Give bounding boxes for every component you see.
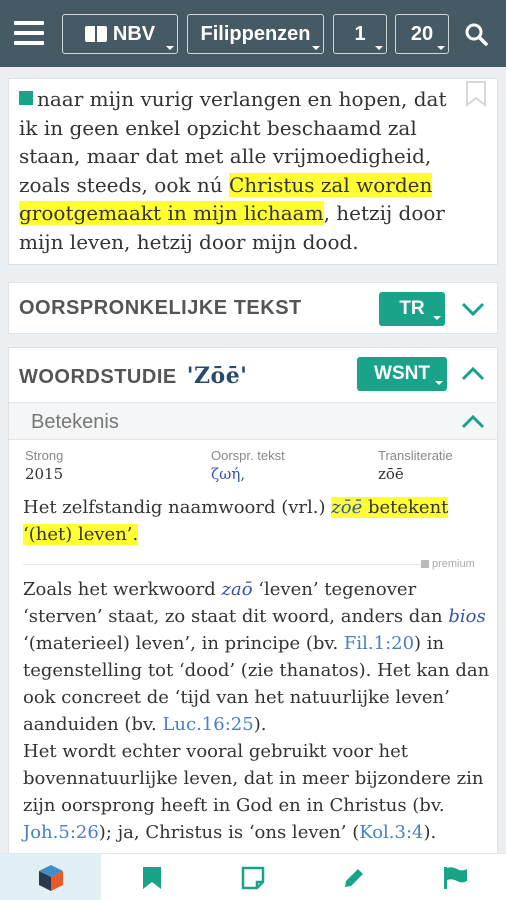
tab-highlight[interactable] <box>303 854 404 900</box>
section-title: WOORDSTUDIE 'Zōē' <box>19 363 247 389</box>
greek-term[interactable]: bios <box>448 606 485 627</box>
bottom-navigation <box>0 853 506 900</box>
chevron-down-icon <box>437 46 445 50</box>
wordstudy-word: 'Zōē' <box>186 363 248 389</box>
bookmark-outline-icon[interactable] <box>465 81 487 107</box>
chevron-down-icon <box>166 46 174 50</box>
verse-note-marker[interactable] <box>19 91 33 105</box>
body-text: Het wordt echter vooral gebruikt voor he… <box>23 741 484 816</box>
tab-bookmarks[interactable] <box>101 854 202 900</box>
meaning-subheader[interactable]: Betekenis <box>9 402 497 440</box>
divider <box>23 564 423 565</box>
meta-label: Oorspr. tekst <box>211 448 285 463</box>
menu-icon[interactable] <box>14 21 44 45</box>
meaning-summary: Het zelfstandig naamwoord (vrl.) zōē bet… <box>23 494 483 548</box>
original-text-section[interactable]: OORSPRONKELIJKE TEKST TR <box>8 282 498 334</box>
greek-term[interactable]: zaō <box>222 579 253 600</box>
premium-label: premium <box>421 558 475 570</box>
body-text: Zoals het werkwoord <box>23 579 222 600</box>
chapter-selector[interactable]: 1 <box>333 14 387 54</box>
book-icon <box>84 26 107 42</box>
meta-label: Strong <box>25 448 64 463</box>
original-word-block: Oorspr. tekst ζωή, <box>211 448 285 483</box>
meta-value: zōē <box>378 465 404 483</box>
tab-notes[interactable] <box>202 854 303 900</box>
note-icon <box>241 866 264 889</box>
app-bar: NBV Filippenzen 1 20 <box>0 0 506 67</box>
text-source-dropdown[interactable]: TR <box>379 292 445 326</box>
body-text: ); ja, Christus is ‘ons leven’ ( <box>98 822 360 843</box>
chevron-down-icon[interactable] <box>461 302 485 316</box>
verse-card: naar mijn vurig verlangen en hopen, dat … <box>8 78 498 265</box>
body-text: ‘(materieel) leven’, in principe (bv. <box>23 633 344 654</box>
chapter-label: 1 <box>354 22 366 45</box>
translation-label: NBV <box>112 22 156 45</box>
wordstudy-header[interactable]: WOORDSTUDIE 'Zōē' WSNT <box>9 348 497 402</box>
body-text: ). <box>253 714 267 735</box>
verse-text[interactable]: naar mijn vurig verlangen en hopen, dat … <box>19 85 469 256</box>
bookmark-icon <box>142 866 161 889</box>
chevron-down-icon <box>375 46 383 50</box>
translation-selector[interactable]: NBV <box>62 14 178 54</box>
meta-value: ζωή, <box>211 465 246 483</box>
meta-value: 2015 <box>25 465 64 483</box>
strong-block: Strong 2015 <box>25 448 63 483</box>
meaning-word: zōē <box>331 497 363 518</box>
wordstudy-source-dropdown[interactable]: WSNT <box>357 357 447 391</box>
cube-icon <box>38 864 63 891</box>
verse-selector[interactable]: 20 <box>395 14 449 54</box>
book-label: Filippenzen <box>200 22 311 45</box>
wordstudy-title: WOORDSTUDIE <box>19 366 177 388</box>
chevron-down-icon <box>312 46 320 50</box>
wordstudy-card: WOORDSTUDIE 'Zōē' WSNT Betekenis Strong 2… <box>8 347 498 857</box>
tab-study[interactable] <box>0 854 101 900</box>
verse-reference-link[interactable]: Fil.1:20 <box>344 633 414 654</box>
wordstudy-source-label: WSNT <box>374 363 430 384</box>
search-icon[interactable] <box>464 22 488 46</box>
section-title: OORSPRONKELIJKE TEKST <box>19 297 302 319</box>
subsection-title: Betekenis <box>31 411 119 433</box>
verse-reference-link[interactable]: Joh.5:26 <box>23 822 99 843</box>
chevron-down-icon <box>433 316 441 320</box>
wordstudy-body: Zoals het werkwoord zaō ‘leven’ tegenove… <box>23 576 493 846</box>
verse-reference-link[interactable]: Luc.16:25 <box>162 714 253 735</box>
chevron-down-icon <box>435 381 443 385</box>
meta-label: Transliteratie <box>378 448 453 463</box>
verse-label: 20 <box>410 22 434 45</box>
body-text: ). <box>423 822 437 843</box>
verse-reference-link[interactable]: Kol.3:4 <box>359 822 423 843</box>
chevron-up-icon[interactable] <box>461 415 485 429</box>
tab-reading-plan[interactable] <box>404 854 505 900</box>
text-source-label: TR <box>399 298 425 319</box>
transliteration-block: Transliteratie zōē <box>378 448 453 483</box>
chevron-up-icon[interactable] <box>461 367 485 381</box>
meaning-text: Het zelfstandig naamwoord (vrl.) <box>23 497 332 518</box>
flag-icon <box>443 866 467 889</box>
pencil-icon <box>344 868 363 887</box>
book-selector[interactable]: Filippenzen <box>187 14 324 54</box>
